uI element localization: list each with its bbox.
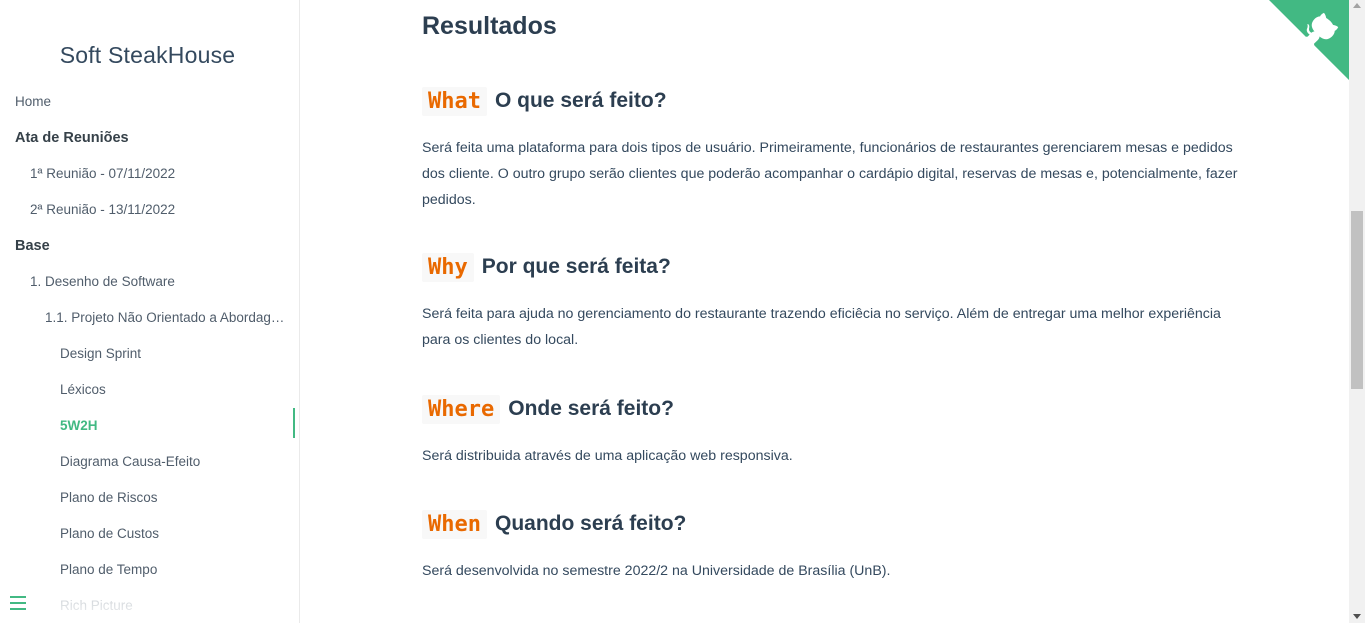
section-title: Por que será feita?	[481, 255, 671, 278]
vertical-scrollbar[interactable]	[1349, 0, 1365, 623]
section-code-label: Why	[422, 252, 474, 282]
sidebar-item-design-sprint[interactable]: Design Sprint	[0, 336, 295, 372]
scroll-down-arrow-icon[interactable]	[1353, 614, 1361, 619]
section-text: Será feita uma plataforma para dois tipo…	[422, 140, 1238, 208]
sidebar-item-rich-picture[interactable]: Rich Picture	[0, 588, 295, 623]
sidebar-nav: Home Ata de Reuniões 1ª Reunião - 07/11/…	[0, 84, 295, 623]
scroll-up-arrow-icon[interactable]	[1353, 3, 1361, 8]
section-heading: Why Por que será feita?	[422, 247, 1252, 287]
sidebar-item-diagrama-causa-efeito[interactable]: Diagrama Causa-Efeito	[0, 444, 295, 480]
section-where: Where Onde será feito? Será distribuida …	[422, 389, 1252, 469]
sidebar-item-plano-de-riscos[interactable]: Plano de Riscos	[0, 480, 295, 516]
section-when: When Quando será feito? Será desenvolvid…	[422, 504, 1252, 584]
sidebar-item-reuniao-2[interactable]: 2ª Reunião - 13/11/2022	[0, 192, 295, 228]
section-code-label: Where	[422, 394, 501, 424]
sidebar-item-desenho-de-software[interactable]: 1. Desenho de Software	[0, 264, 295, 300]
sidebar-item-plano-de-custos[interactable]: Plano de Custos	[0, 516, 295, 552]
sidebar-item-home[interactable]: Home	[0, 84, 295, 120]
section-title: Quando será feito?	[494, 512, 687, 535]
sidebar-item-5w2h[interactable]: 5W2H	[0, 408, 295, 444]
section-heading: When Quando será feito?	[422, 504, 1252, 544]
sidebar-item-reuniao-1[interactable]: 1ª Reunião - 07/11/2022	[0, 156, 295, 192]
section-code-label: What	[422, 86, 487, 116]
section-what: What O que será feito? Será feita uma pl…	[422, 81, 1252, 213]
section-text: Será feita para ajuda no gerenciamento d…	[422, 306, 1221, 348]
section-text: Será distribuida através de uma aplicaçã…	[422, 448, 793, 464]
section-code-label: When	[422, 509, 487, 539]
sidebar-item-lexicos[interactable]: Léxicos	[0, 372, 295, 408]
section-text: Será desenvolvida no semestre 2022/2 na …	[422, 563, 891, 579]
sidebar-item-projeto-nao-orientado[interactable]: 1.1. Projeto Não Orientado a Abordagem Á…	[0, 300, 295, 336]
sidebar-item-plano-de-tempo[interactable]: Plano de Tempo	[0, 552, 295, 588]
sidebar: Soft SteakHouse Home Ata de Reuniões 1ª …	[0, 0, 300, 623]
section-title: Onde será feito?	[508, 397, 674, 420]
section-heading: Where Onde será feito?	[422, 389, 1252, 429]
github-octocat-icon[interactable]	[1269, 0, 1349, 80]
sidebar-section-base[interactable]: Base	[0, 228, 295, 264]
section-why: Why Por que será feita? Será feita para …	[422, 247, 1252, 353]
scrollbar-thumb[interactable]	[1351, 211, 1363, 389]
sidebar-section-ata-de-reunioes[interactable]: Ata de Reuniões	[0, 120, 295, 156]
section-title: O que será feito?	[494, 89, 667, 112]
hamburger-menu-icon[interactable]	[10, 596, 26, 610]
page-title: Resultados	[422, 12, 557, 40]
main-content: Resultados What O que será feito? Será f…	[300, 0, 1349, 623]
section-heading: What O que será feito?	[422, 81, 1252, 121]
app-name[interactable]: Soft SteakHouse	[0, 42, 295, 69]
